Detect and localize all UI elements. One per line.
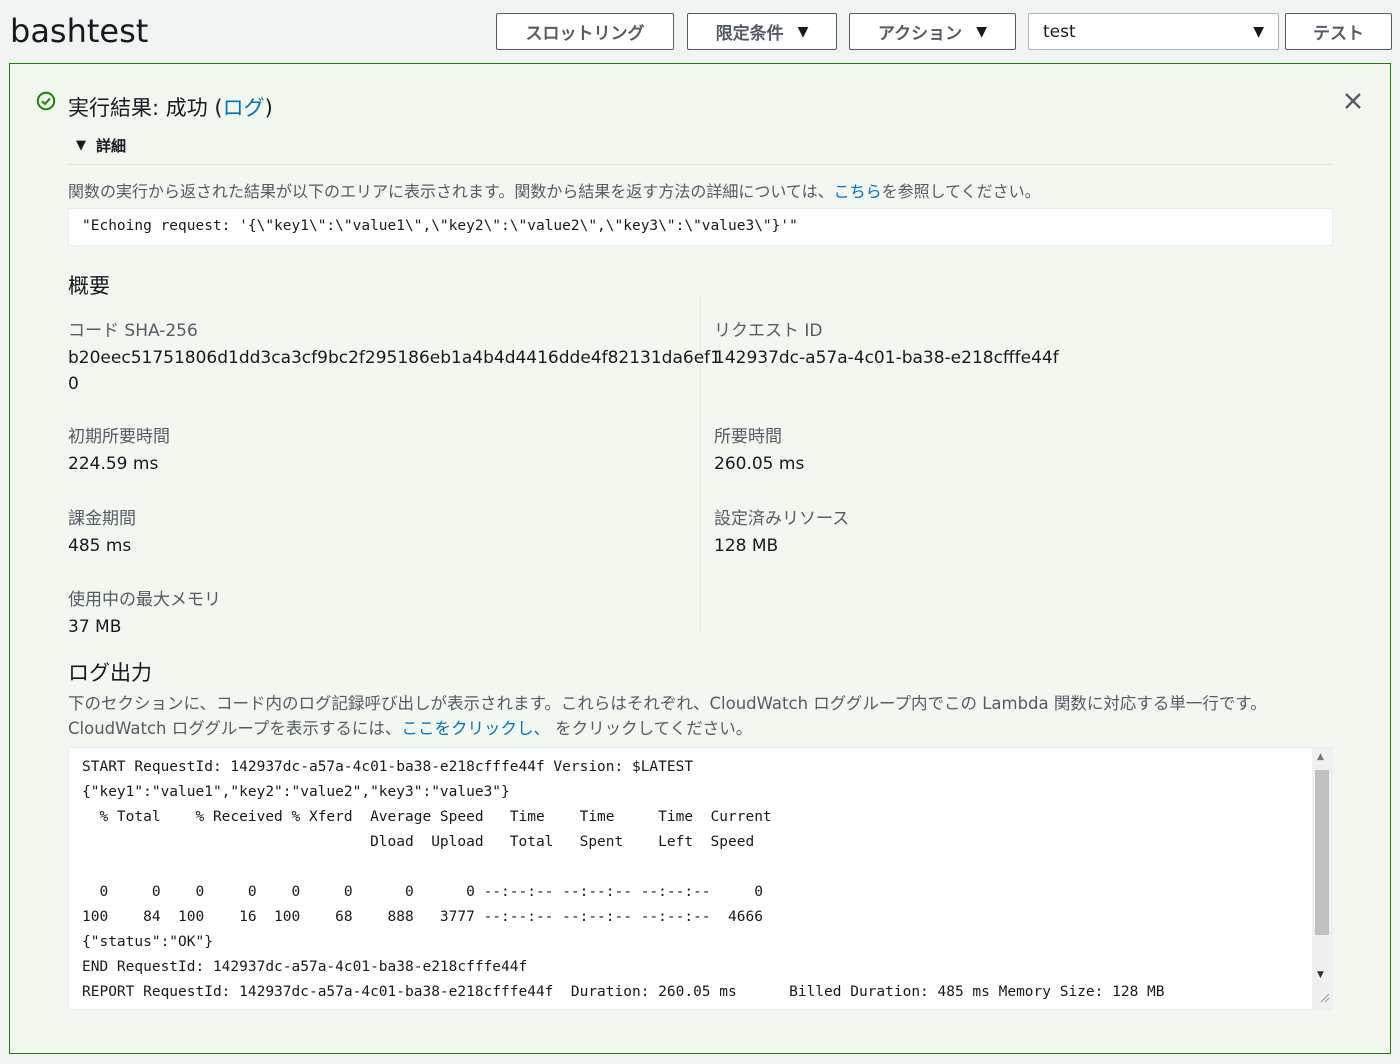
page-title: bashtest [10, 12, 149, 50]
log-description-line1: 下のセクションに、コード内のログ記録呼び出しが表示されます。これらはそれぞれ、C… [68, 694, 1267, 713]
resize-handle-icon[interactable] [1318, 988, 1330, 1007]
test-button[interactable]: テスト [1285, 13, 1392, 50]
resources-value: 128 MB [714, 536, 779, 556]
log-description-line2-prefix: CloudWatch ロググループを表示するには、 [68, 719, 402, 738]
throttle-button-label: スロットリング [525, 24, 645, 44]
cloudwatch-link[interactable]: ここをクリックし、 [401, 719, 550, 738]
scrollbar-thumb[interactable] [1315, 770, 1329, 935]
caret-down-icon: ▼ [797, 23, 809, 40]
execution-result-panel: 実行結果: 成功 (ログ) ▼ 詳細 関数の実行から返された結果が以下のエリアに… [9, 63, 1391, 1054]
resources-label: 設定済みリソース [714, 509, 850, 529]
details-toggle[interactable]: ▼ 詳細 [76, 135, 126, 156]
request-id-label: リクエスト ID [714, 321, 823, 341]
execution-status-title: 実行結果: 成功 (ログ) [68, 92, 273, 122]
log-description-line2: CloudWatch ロググループを表示するには、ここをクリックし、 をクリック… [68, 716, 1338, 741]
log-link[interactable]: ログ [223, 96, 265, 120]
code-sha-value-line1: b20eec51751806d1dd3ca3cf9bc2f295186eb1a4… [68, 348, 721, 368]
qualifier-button-label: 限定条件 [715, 24, 784, 44]
column-divider [700, 294, 701, 634]
actions-button-label: アクション [878, 24, 963, 44]
summary-heading: 概要 [68, 274, 110, 298]
init-duration-value: 224.59 ms [68, 454, 159, 474]
log-description-line2-suffix: をクリックしてください。 [549, 719, 753, 738]
log-output-textarea[interactable]: START RequestId: 142937dc-a57a-4c01-ba38… [68, 747, 1333, 1010]
close-icon[interactable] [1342, 90, 1364, 116]
billed-duration-value: 485 ms [68, 536, 132, 556]
log-description: 下のセクションに、コード内のログ記録呼び出しが表示されます。これらはそれぞれ、C… [68, 691, 1338, 741]
details-label: 詳細 [96, 137, 127, 155]
result-description-text: 関数の実行から返された結果が以下のエリアに表示されます。関数から結果を返す方法の… [68, 182, 834, 201]
billed-duration-label: 課金期間 [68, 509, 136, 529]
max-memory-label: 使用中の最大メモリ [68, 590, 221, 610]
code-sha-label: コード SHA-256 [68, 321, 198, 341]
scroll-up-icon[interactable]: ▲ [1317, 752, 1324, 762]
qualifier-dropdown-button[interactable]: 限定条件 ▼ [687, 13, 837, 50]
result-description-suffix: を参照してください。 [881, 182, 1041, 201]
check-circle-icon [36, 91, 56, 115]
caret-down-icon: ▼ [1253, 23, 1264, 40]
test-event-value: test [1043, 21, 1076, 42]
result-output-textarea[interactable]: "Echoing request: '{\"key1\":\"value1\",… [68, 208, 1333, 246]
caret-down-icon: ▼ [76, 138, 86, 153]
duration-label: 所要時間 [714, 427, 782, 447]
actions-dropdown-button[interactable]: アクション ▼ [849, 13, 1016, 50]
log-output-heading: ログ出力 [68, 661, 152, 685]
log-output-text: START RequestId: 142937dc-a57a-4c01-ba38… [82, 759, 1165, 1000]
throttle-button[interactable]: スロットリング [496, 13, 674, 50]
test-button-label: テスト [1313, 24, 1364, 44]
code-sha-value-line2: 0 [68, 374, 79, 394]
execution-status-suffix: ) [264, 96, 273, 120]
max-memory-value: 37 MB [68, 617, 122, 637]
divider [68, 164, 1332, 165]
result-description: 関数の実行から返された結果が以下のエリアに表示されます。関数から結果を返す方法の… [68, 178, 1041, 202]
caret-down-icon: ▼ [976, 23, 987, 40]
execution-status-text: 実行結果: 成功 ( [68, 96, 223, 120]
init-duration-label: 初期所要時間 [68, 427, 170, 447]
scrollbar[interactable]: ▲ ▼ [1312, 748, 1332, 1009]
scroll-down-icon[interactable]: ▼ [1317, 970, 1324, 980]
docs-link[interactable]: こちら [834, 182, 882, 201]
test-event-select[interactable]: test ▼ [1028, 13, 1279, 50]
duration-value: 260.05 ms [714, 454, 805, 474]
request-id-value: 142937dc-a57a-4c01-ba38-e218cfffe44f [714, 348, 1059, 368]
